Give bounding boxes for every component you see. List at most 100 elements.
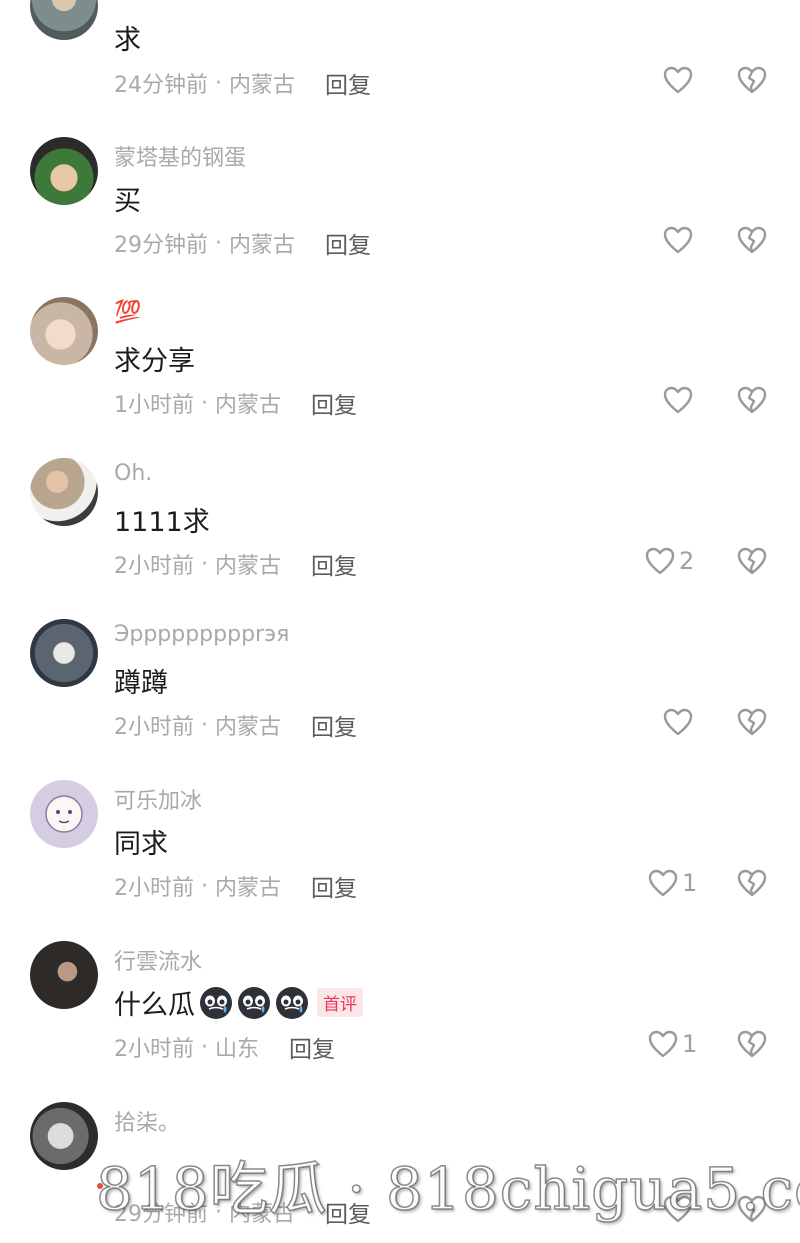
heart-outline-icon — [663, 708, 693, 736]
avatar[interactable] — [30, 941, 98, 1009]
comment-item: 蒙塔基的钢蛋 买 29分钟前 · 内蒙古 回复 — [0, 137, 800, 320]
reply-button[interactable]: 回复 — [325, 66, 371, 100]
reply-button[interactable]: 回复 — [289, 1030, 335, 1064]
avatar[interactable] — [30, 137, 98, 205]
comment-time: 2小时前 — [114, 554, 194, 579]
comment-time: 2小时前 — [114, 715, 194, 740]
comment-list: 求 24分钟前 · 内蒙古 回复 蒙塔基的钢蛋 买 29分钟前 · 内蒙古 回复 — [0, 0, 800, 1243]
crying-face-emoji-icon — [200, 986, 232, 1019]
comment-text-content: 求 — [114, 25, 141, 56]
crying-face-emoji-icon — [276, 986, 308, 1019]
comment-text-content: 买 — [114, 186, 141, 217]
separator: · — [194, 873, 215, 899]
heart-outline-icon — [648, 869, 678, 897]
separator: · — [194, 390, 215, 416]
avatar[interactable] — [30, 297, 98, 365]
comment-username[interactable]: 💯 — [114, 300, 141, 325]
broken-heart-icon — [737, 386, 767, 414]
comment-location: 山东 — [214, 1037, 259, 1062]
avatar[interactable] — [30, 619, 98, 687]
like-button[interactable]: 2 — [645, 547, 694, 575]
like-button[interactable] — [663, 386, 697, 414]
comment-username[interactable]: 蒙塔基的钢蛋 — [114, 140, 246, 172]
comment-text-content: 1111求 — [114, 507, 210, 538]
comment-text-content: 同求 — [114, 829, 168, 860]
comment-username[interactable]: 行雲流水 — [114, 944, 202, 976]
reply-button[interactable]: 回复 — [311, 547, 357, 581]
avatar[interactable] — [30, 780, 98, 848]
comment-time: 2小时前 — [114, 876, 194, 901]
like-button[interactable] — [663, 708, 697, 736]
comment-item: 行雲流水 什么瓜 首评 2小时前 · 山东 回复 1 — [0, 941, 800, 1124]
like-button[interactable]: 1 — [648, 869, 697, 897]
separator: · — [194, 712, 215, 738]
comment-text-content: 蹲蹲 — [114, 668, 168, 699]
dislike-button[interactable] — [737, 1030, 767, 1058]
comment-text: 求 — [114, 18, 141, 57]
comment-item: 可乐加冰 同求 2小时前 · 内蒙古 回复 1 — [0, 780, 800, 963]
dislike-button[interactable] — [737, 66, 767, 94]
comment-time: 2小时前 — [114, 1037, 194, 1062]
crying-face-emoji-icon — [238, 986, 270, 1019]
comment-location: 内蒙古 — [228, 73, 295, 98]
comment-meta: 2小时前 · 山东 回复 — [114, 1030, 335, 1064]
comment-text: 求分享 — [114, 339, 195, 378]
comment-text: 买 — [114, 179, 141, 218]
dislike-button[interactable] — [737, 226, 767, 254]
like-count: 2 — [679, 547, 695, 575]
comment-text: 蹲蹲 — [114, 661, 168, 700]
like-button[interactable] — [663, 66, 697, 94]
broken-heart-icon — [737, 66, 767, 94]
reply-button[interactable]: 回复 — [311, 869, 357, 903]
dislike-button[interactable] — [737, 708, 767, 736]
broken-heart-icon — [737, 547, 767, 575]
comment-username[interactable]: Oh. — [114, 461, 152, 486]
comment-location: 内蒙古 — [214, 715, 281, 740]
comment-meta: 24分钟前 · 内蒙古 回复 — [114, 66, 371, 100]
dislike-button[interactable] — [737, 386, 767, 414]
comment-location: 内蒙古 — [228, 233, 295, 258]
heart-outline-icon — [645, 547, 675, 575]
cartoon-face-icon — [45, 795, 83, 833]
reply-button[interactable]: 回复 — [325, 226, 371, 260]
comment-meta: 1小时前 · 内蒙古 回复 — [114, 386, 357, 420]
like-count: 1 — [682, 1030, 698, 1058]
comment-text: 1111求 — [114, 500, 210, 539]
comment-time: 1小时前 — [114, 393, 194, 418]
like-button[interactable]: 1 — [648, 1030, 697, 1058]
avatar[interactable] — [30, 1102, 98, 1170]
heart-outline-icon — [663, 226, 693, 254]
avatar[interactable] — [30, 458, 98, 526]
separator: · — [194, 551, 215, 577]
avatar[interactable] — [30, 0, 98, 40]
comment-location: 内蒙古 — [214, 554, 281, 579]
dislike-button[interactable] — [737, 547, 767, 575]
reply-button[interactable]: 回复 — [311, 708, 357, 742]
comment-item: 求 24分钟前 · 内蒙古 回复 — [0, 0, 800, 160]
comment-item: Oh. 1111求 2小时前 · 内蒙古 回复 2 — [0, 458, 800, 641]
first-comment-badge: 首评 — [317, 988, 363, 1017]
comment-meta: 2小时前 · 内蒙古 回复 — [114, 708, 357, 742]
watermark-text: 818吃瓜 · 818chigua5.com — [95, 1154, 800, 1224]
dislike-button[interactable] — [737, 869, 767, 897]
separator: · — [208, 70, 229, 96]
broken-heart-icon — [737, 226, 767, 254]
comment-time: 29分钟前 — [114, 233, 208, 258]
comment-meta: 2小时前 · 内蒙古 回复 — [114, 547, 357, 581]
heart-outline-icon — [663, 66, 693, 94]
comment-text: 什么瓜 首评 — [114, 983, 363, 1022]
comment-username[interactable]: 可乐加冰 — [114, 783, 202, 815]
comment-username[interactable]: Эрррррррррrэя — [114, 622, 289, 647]
comment-location: 内蒙古 — [214, 393, 281, 418]
heart-outline-icon — [663, 386, 693, 414]
like-count: 1 — [682, 869, 698, 897]
like-button[interactable] — [663, 226, 697, 254]
comment-username[interactable]: 拾柒。 — [114, 1105, 180, 1137]
heart-outline-icon — [648, 1030, 678, 1058]
reply-button[interactable]: 回复 — [311, 386, 357, 420]
separator: · — [194, 1034, 215, 1060]
comment-item: 💯 求分享 1小时前 · 内蒙古 回复 — [0, 297, 800, 480]
comment-meta: 29分钟前 · 内蒙古 回复 — [114, 226, 371, 260]
comment-text: 同求 — [114, 822, 168, 861]
comment-time: 24分钟前 — [114, 73, 208, 98]
